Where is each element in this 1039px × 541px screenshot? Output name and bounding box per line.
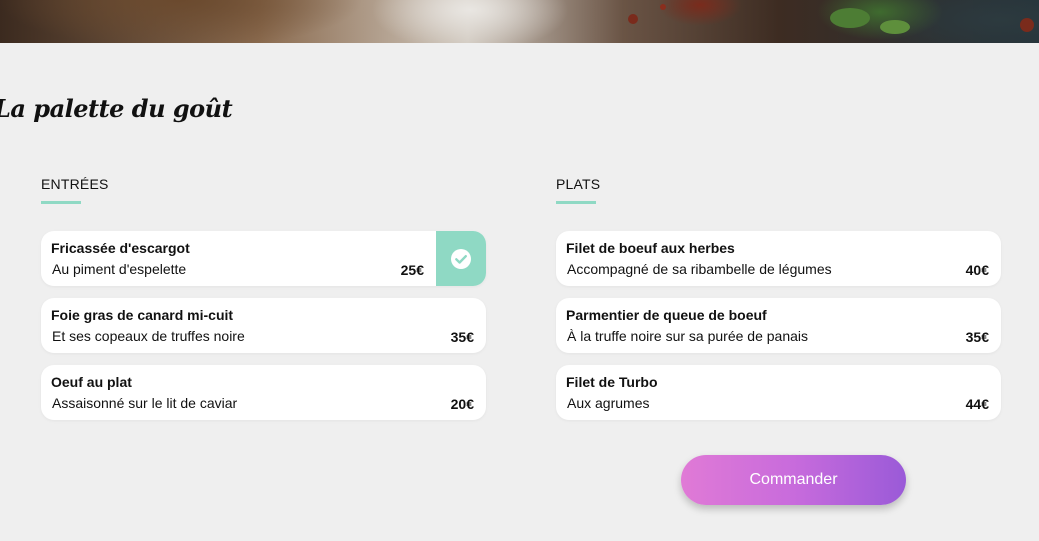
item-description: Aux agrumes [567, 395, 650, 411]
item-description: À la truffe noire sur sa purée de panais [567, 328, 809, 344]
item-price: 44€ [965, 396, 989, 412]
item-price: 40€ [965, 262, 989, 278]
section-plats: PLATS Filet de boeuf aux herbes Accompag… [556, 176, 1001, 420]
item-name: Fricassée d'escargot [51, 240, 190, 256]
section-heading: PLATS [556, 176, 601, 192]
item-description: Et ses copeaux de truffes noire [52, 328, 245, 344]
order-button[interactable]: Commander [681, 455, 906, 505]
item-price: 20€ [450, 396, 474, 412]
item-description: Assaisonné sur le lit de caviar [52, 395, 238, 411]
menu-item-fricassee[interactable]: Fricassée d'escargot Au piment d'espelet… [41, 231, 486, 286]
item-price: 35€ [450, 329, 474, 345]
section-heading: ENTRÉES [41, 176, 109, 192]
restaurant-title: La palette du goût [0, 94, 233, 123]
heading-underline [556, 201, 596, 204]
item-name: Foie gras de canard mi-cuit [51, 307, 234, 323]
item-description: Accompagné de sa ribambelle de légumes [567, 261, 832, 277]
menu-item-foie-gras[interactable]: Foie gras de canard mi-cuit Et ses copea… [41, 298, 486, 353]
hero-banner-image [0, 0, 1039, 43]
item-price: 25€ [400, 262, 424, 278]
heading-underline [41, 201, 81, 204]
item-name: Filet de Turbo [566, 374, 658, 390]
menu-item-filet-boeuf[interactable]: Filet de boeuf aux herbes Accompagné de … [556, 231, 1001, 286]
item-name: Filet de boeuf aux herbes [566, 240, 735, 256]
menu-item-oeuf[interactable]: Oeuf au plat Assaisonné sur le lit de ca… [41, 365, 486, 420]
menu-item-parmentier[interactable]: Parmentier de queue de boeuf À la truffe… [556, 298, 1001, 353]
item-price: 35€ [965, 329, 989, 345]
item-name: Parmentier de queue de boeuf [566, 307, 767, 323]
item-description: Au piment d'espelette [52, 261, 187, 277]
check-circle-icon [436, 231, 486, 286]
section-entrees: ENTRÉES Fricassée d'escargot Au piment d… [41, 176, 486, 420]
menu-item-turbo[interactable]: Filet de Turbo Aux agrumes 44€ [556, 365, 1001, 420]
item-name: Oeuf au plat [51, 374, 132, 390]
